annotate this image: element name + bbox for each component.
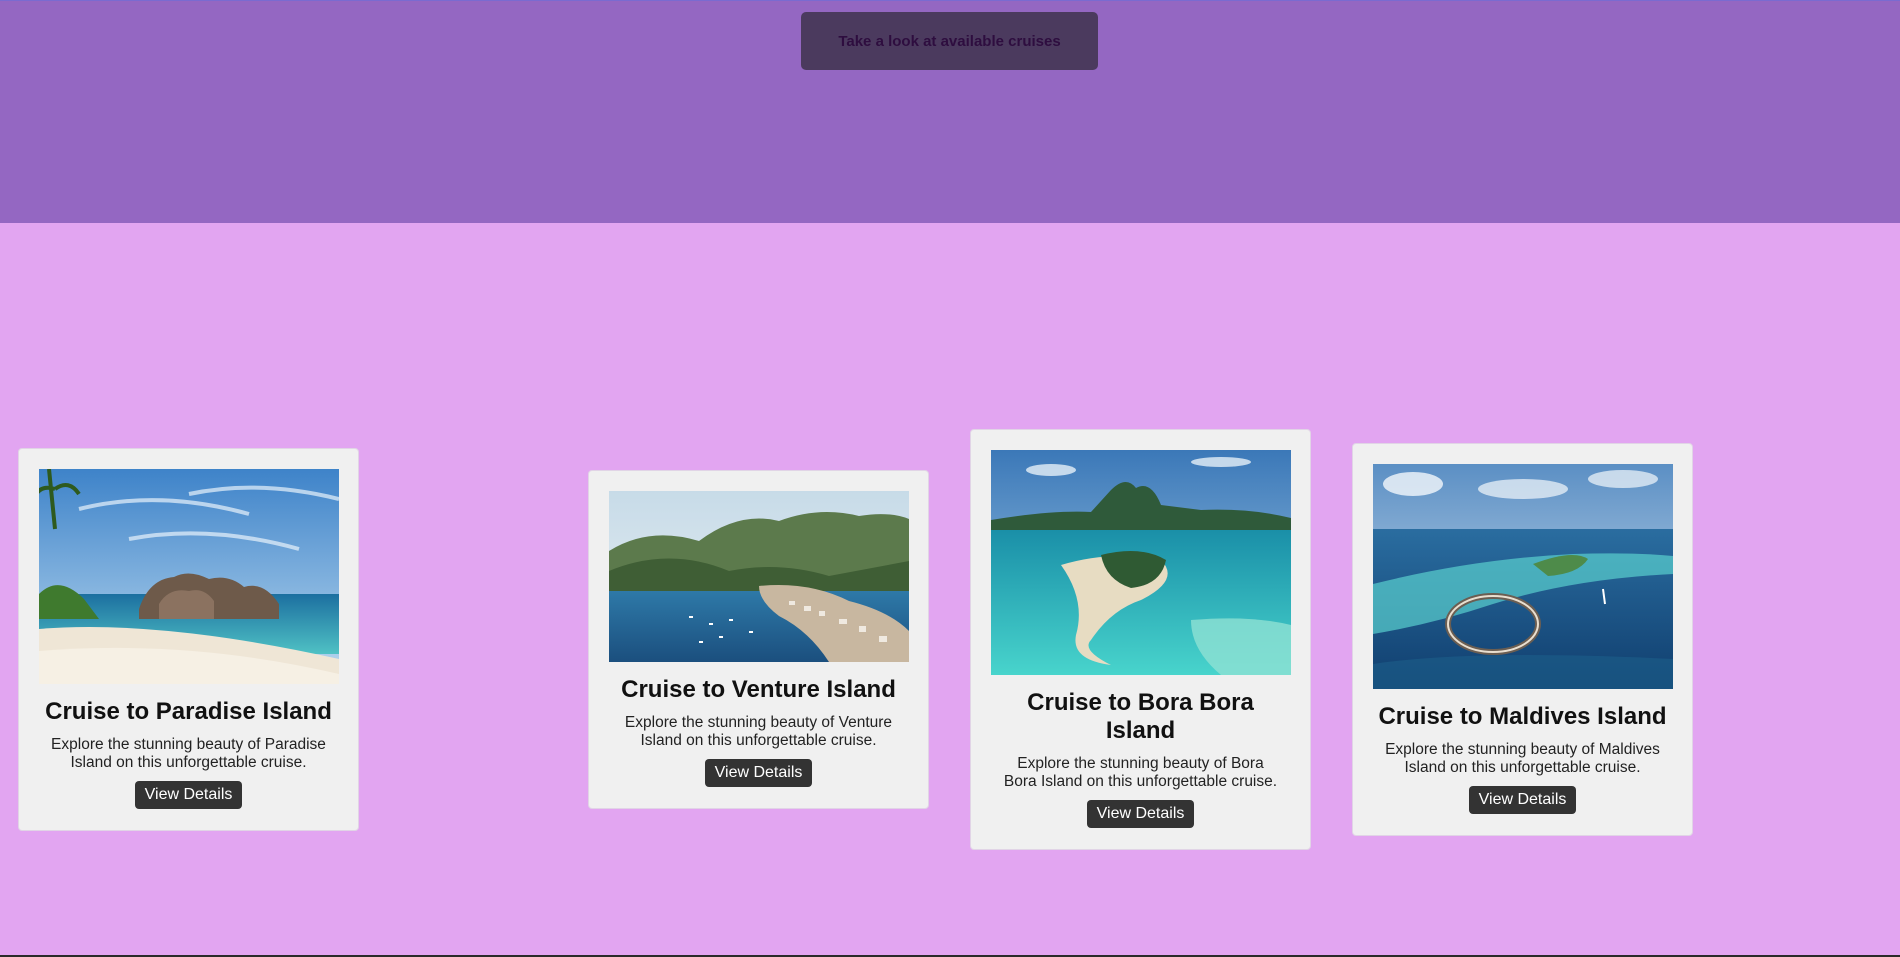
view-details-button[interactable]: View Details <box>1086 800 1195 828</box>
cruise-description: Explore the stunning beauty of Bora Bora… <box>1003 755 1278 790</box>
cruise-card-bora-bora: Cruise to Bora Bora Island Explore the s… <box>970 429 1311 850</box>
view-details-button[interactable]: View Details <box>1468 786 1577 814</box>
cruise-card-paradise: Cruise to Paradise Island Explore the st… <box>18 448 359 831</box>
cruise-photo-bora-bora <box>991 450 1291 675</box>
cruise-photo-paradise <box>39 469 339 684</box>
cruise-description: Explore the stunning beauty of Paradise … <box>51 736 326 771</box>
cruise-photo-venture <box>609 491 909 662</box>
cruise-description: Explore the stunning beauty of Venture I… <box>624 714 893 749</box>
cruise-title: Cruise to Maldives Island <box>1378 703 1667 730</box>
cruise-title: Cruise to Venture Island <box>621 676 896 703</box>
view-cruises-button[interactable]: Take a look at available cruises <box>801 12 1098 70</box>
view-details-button[interactable]: View Details <box>134 781 243 809</box>
cruise-description: Explore the stunning beauty of Maldives … <box>1385 741 1660 776</box>
cruise-card-maldives: Cruise to Maldives Island Explore the st… <box>1352 443 1693 836</box>
view-details-button[interactable]: View Details <box>704 759 813 787</box>
cruise-title: Cruise to Bora Bora Island <box>1027 689 1254 744</box>
cruise-photo-maldives <box>1373 464 1673 689</box>
cruise-card-venture: Cruise to Venture Island Explore the stu… <box>588 470 929 809</box>
cruise-title: Cruise to Paradise Island <box>45 698 332 725</box>
